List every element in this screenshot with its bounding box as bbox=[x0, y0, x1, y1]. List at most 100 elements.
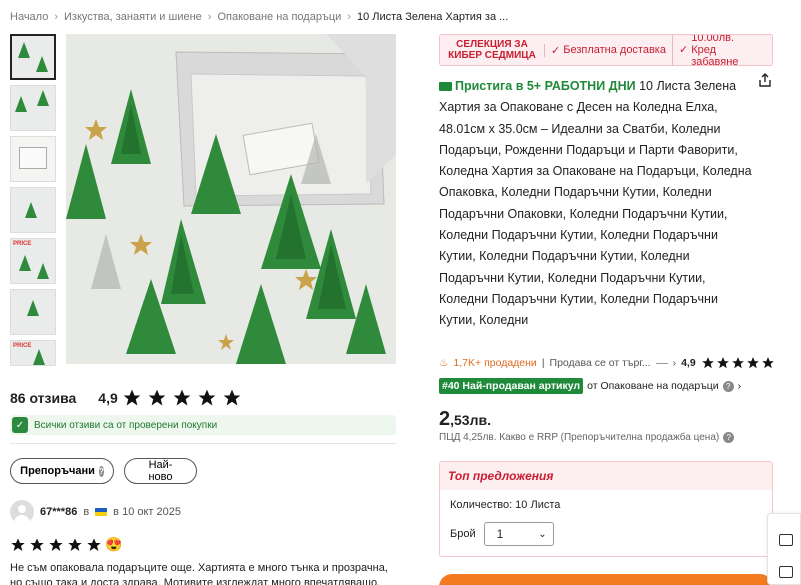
product-title-block: Пристига в 5+ РАБОТНИ ДНИ 10 Листа Зелен… bbox=[439, 76, 755, 332]
count-value: 1 bbox=[496, 527, 504, 541]
tree-icon bbox=[25, 202, 37, 218]
fire-icon: ♨ bbox=[439, 357, 449, 369]
side-toolbar bbox=[767, 513, 801, 585]
product-stats: ♨ 1,7K+ продадени | Продава се от търг..… bbox=[439, 356, 775, 370]
sold-count: 1,7K+ продадени bbox=[453, 357, 537, 369]
star-icon bbox=[30, 537, 44, 551]
promo-title: СЕЛЕКЦИЯ ЗА КИБЕР СЕДМИЦА bbox=[448, 39, 536, 61]
thumbnail-2[interactable] bbox=[10, 85, 56, 131]
seller-name[interactable]: Продава се от търг... bbox=[550, 357, 651, 369]
filter-newest-label: Най-ново bbox=[148, 459, 173, 483]
reviewer-name[interactable]: 67***86 bbox=[40, 506, 77, 518]
reviews-rating: 4,9 bbox=[98, 388, 241, 408]
chevron-right-icon[interactable]: › bbox=[673, 357, 677, 369]
star-icon bbox=[148, 389, 166, 406]
count-row: Брой 1 ⌄ bbox=[450, 522, 772, 546]
rrp-line: ПЦД 4,25лв. Какво е RRP (Препоръчителна … bbox=[439, 432, 735, 443]
shield-check-icon: ✓ bbox=[12, 417, 28, 433]
main-product-image[interactable] bbox=[66, 34, 396, 364]
rating-value: 4,9 bbox=[98, 390, 118, 406]
credit-text: 10.00лв. Кред забавяне bbox=[691, 34, 739, 66]
review-date: в 10 окт 2025 bbox=[113, 506, 181, 518]
star-icon bbox=[746, 357, 759, 369]
price-rest: ,53лв. bbox=[450, 412, 491, 428]
star-icon bbox=[223, 389, 241, 406]
thumbnail-7[interactable]: PRICE bbox=[10, 340, 56, 366]
free-shipping-text: Безплатна доставка bbox=[563, 44, 666, 56]
chat-icon[interactable] bbox=[779, 534, 793, 546]
star-icon bbox=[87, 537, 101, 551]
tree-icon bbox=[18, 42, 30, 58]
verified-purchases-note: ✓ Всички отзиви са от проверени покупки bbox=[10, 415, 396, 435]
count-select[interactable]: 1 ⌄ bbox=[483, 522, 554, 546]
reviewer-in: в bbox=[83, 506, 90, 518]
truck-icon bbox=[439, 82, 452, 91]
check-icon: ✓ bbox=[551, 44, 561, 57]
star-icon bbox=[716, 357, 729, 369]
star-icon bbox=[123, 389, 141, 406]
reviews-header: 86 отзива 4,9 bbox=[10, 388, 242, 408]
bestseller-category[interactable]: от Опаковане на подаръци bbox=[587, 380, 719, 392]
reviews-count[interactable]: 86 отзива bbox=[10, 390, 76, 406]
count-label: Брой bbox=[450, 528, 476, 540]
help-icon[interactable]: ? bbox=[98, 465, 104, 477]
divider bbox=[10, 443, 396, 444]
star-icon bbox=[731, 357, 744, 369]
filter-newest-button[interactable]: Най-ново bbox=[124, 458, 197, 484]
thumbnail-strip: PRICE PRICE bbox=[10, 34, 56, 371]
tree-icon bbox=[37, 263, 49, 279]
product-rating[interactable]: 4,9 bbox=[681, 357, 696, 369]
rating-stars bbox=[122, 388, 242, 408]
breadcrumb: Начало › Изкуства, занаяти и шиене › Опа… bbox=[10, 11, 508, 23]
tree-icon bbox=[37, 90, 49, 106]
breadcrumb-gift-wrapping[interactable]: Опаковане на подаръци bbox=[217, 11, 341, 23]
breadcrumb-separator: › bbox=[207, 11, 212, 23]
star-icon bbox=[701, 357, 714, 369]
share-icon[interactable] bbox=[757, 72, 773, 88]
help-icon[interactable]: ? bbox=[722, 380, 734, 392]
thumbnail-4[interactable] bbox=[10, 187, 56, 233]
thumbnail-5[interactable]: PRICE bbox=[10, 238, 56, 284]
star-icon bbox=[11, 537, 25, 551]
thumbnail-6[interactable] bbox=[10, 289, 56, 335]
thumbnail-1[interactable] bbox=[10, 34, 56, 80]
check-icon: ✓ bbox=[678, 44, 689, 56]
star-icon bbox=[68, 537, 82, 551]
breadcrumb-separator: › bbox=[54, 11, 58, 23]
reviewer-info: 67***86 в в 10 окт 2025 bbox=[10, 500, 396, 524]
add-to-cart-button[interactable] bbox=[439, 574, 773, 585]
top-offers-title: Топ предложения bbox=[440, 462, 772, 490]
price-tag: PRICE bbox=[13, 241, 32, 247]
breadcrumb-separator: › bbox=[347, 11, 351, 23]
heart-eyes-emoji-icon: 😍 bbox=[105, 536, 123, 552]
ukraine-flag-icon bbox=[95, 508, 108, 516]
tree-icon bbox=[33, 349, 45, 365]
help-icon[interactable]: ? bbox=[723, 432, 735, 443]
tree-icon bbox=[19, 255, 31, 271]
filter-recommended-button[interactable]: Препоръчани ? bbox=[10, 458, 114, 484]
thumbnail-3[interactable] bbox=[10, 136, 56, 182]
chevron-right-icon[interactable]: › bbox=[738, 380, 742, 392]
rrp-text: ПЦД 4,25лв. Какво е RRP (Препоръчителна … bbox=[439, 432, 720, 443]
promo-bar: СЕЛЕКЦИЯ ЗА КИБЕР СЕДМИЦА ✓ Безплатна до… bbox=[439, 34, 773, 66]
bestseller-badge: #40 Най-продаван артикул bbox=[439, 378, 584, 394]
feedback-icon[interactable] bbox=[779, 566, 793, 578]
wrapping-paper-illustration bbox=[66, 34, 396, 364]
separator bbox=[655, 362, 668, 364]
tree-icon bbox=[36, 56, 48, 72]
price-tag: PRICE bbox=[13, 343, 32, 349]
breadcrumb-arts[interactable]: Изкуства, занаяти и шиене bbox=[64, 11, 202, 23]
star-icon bbox=[49, 537, 63, 551]
breadcrumb-home[interactable]: Начало bbox=[10, 11, 48, 23]
verified-text: Всички отзиви са от проверени покупки bbox=[34, 419, 218, 431]
shipping-estimate: Пристига в 5+ РАБОТНИ ДНИ bbox=[455, 79, 636, 93]
product-rating-stars bbox=[701, 356, 775, 370]
filter-recommended-label: Препоръчани bbox=[20, 465, 95, 477]
star-icon bbox=[173, 389, 191, 406]
review-stars: 😍 bbox=[10, 536, 396, 553]
price: 2,53лв. bbox=[439, 408, 491, 431]
top-offers-box: Топ предложения Количество: 10 Листа Бро… bbox=[439, 461, 773, 557]
credit-badge: ✓ 10.00лв. Кред забавяне bbox=[671, 34, 758, 66]
tree-icon bbox=[15, 96, 27, 112]
review-item: 67***86 в в 10 окт 2025 😍 Не съм опакова… bbox=[10, 500, 396, 585]
